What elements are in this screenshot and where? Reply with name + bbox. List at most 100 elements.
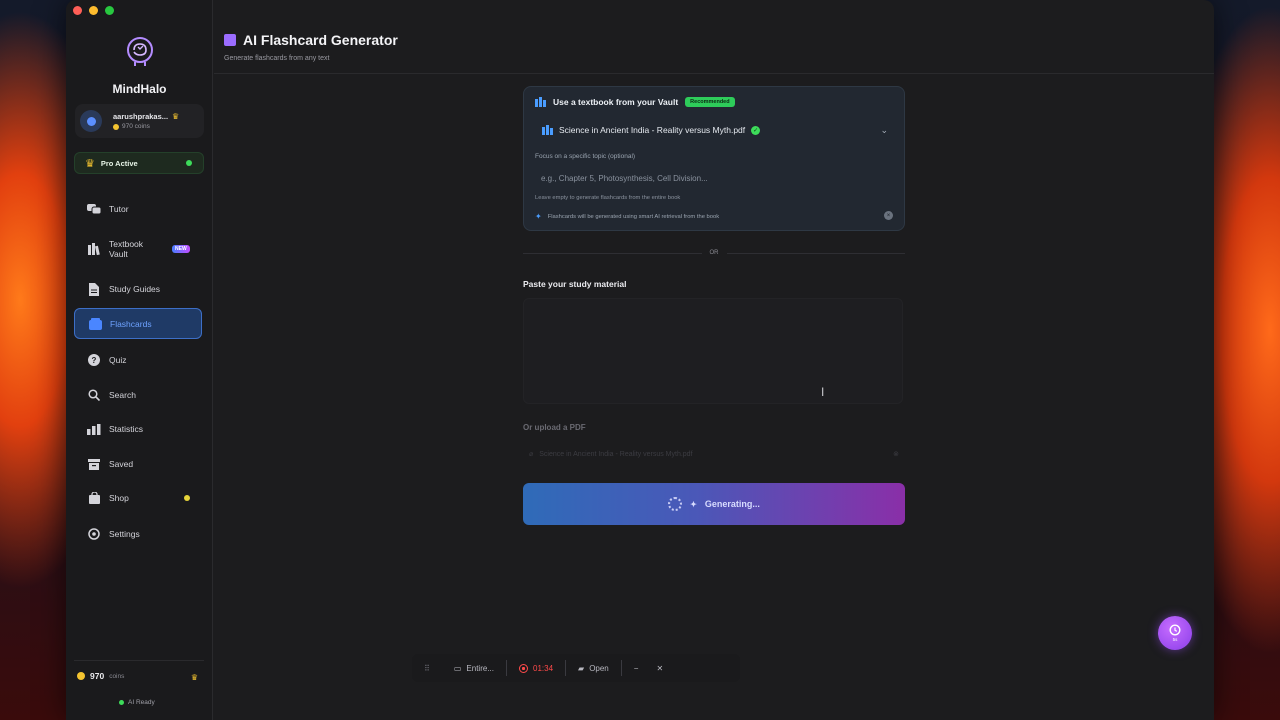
app-name: MindHalo	[112, 82, 167, 96]
books-icon	[542, 125, 553, 135]
timer-icon	[1169, 624, 1181, 636]
recommended-badge: Recommended	[685, 97, 735, 107]
sparkle-icon: ✦	[535, 212, 542, 221]
brain-logo-icon	[126, 37, 153, 66]
close-icon[interactable]: ×	[884, 211, 893, 220]
bag-icon	[87, 491, 101, 505]
paste-label: Paste your study material	[523, 279, 627, 289]
open-label: Open	[589, 663, 609, 673]
open-folder-button[interactable]: ▰ Open	[566, 660, 621, 676]
user-card[interactable]: aarushprakas... ♛ 970 coins	[75, 104, 204, 138]
sidebar-item-label: Saved	[109, 459, 134, 469]
coins-value: 970	[90, 671, 105, 681]
page-title: AI Flashcard Generator	[243, 32, 398, 48]
monitor-icon: ▭	[453, 663, 462, 673]
book-select[interactable]: Science in Ancient India - Reality versu…	[542, 125, 888, 135]
ai-status: AI Ready	[119, 699, 155, 706]
sidebar-item-statistics[interactable]: Statistics	[74, 419, 202, 439]
sidebar-item-label: Shop	[109, 493, 129, 503]
sidebar-item-label: Textbook Vault	[109, 239, 144, 259]
drag-handle[interactable]: ⠿	[412, 660, 442, 676]
sidebar-item-label: Statistics	[109, 424, 144, 434]
sidebar-item-study-guides[interactable]: Study Guides	[74, 279, 202, 299]
focus-label: Focus on a specific topic (optional)	[535, 153, 636, 160]
fab-label: 5s	[1172, 637, 1178, 642]
uploaded-file[interactable]: ⌀ Science in Ancient India - Reality ver…	[529, 450, 899, 459]
retrieval-note: Flashcards will be generated using smart…	[547, 213, 720, 220]
close-window-button[interactable]	[73, 6, 82, 15]
close-recorder-button[interactable]: ✕	[650, 660, 675, 676]
sidebar-item-label: Study Guides	[109, 284, 161, 294]
sidebar-item-quiz[interactable]: ? Quiz	[74, 350, 202, 370]
maximize-window-button[interactable]	[105, 6, 114, 15]
text-cursor-icon: I	[821, 385, 825, 399]
sidebar-item-textbook-vault[interactable]: Textbook Vault NEW	[74, 236, 202, 262]
window-controls	[73, 6, 114, 15]
remove-file-icon[interactable]: ⊗	[893, 450, 899, 458]
timer-fab-button[interactable]: 5s	[1158, 616, 1192, 650]
sidebar-item-flashcards[interactable]: Flashcards	[74, 308, 202, 339]
generate-label: Generating...	[704, 499, 760, 509]
folder-icon: ▰	[578, 663, 585, 673]
new-badge: NEW	[172, 245, 190, 253]
crown-icon: ♛	[172, 112, 180, 121]
sidebar-item-label: Settings	[109, 529, 140, 539]
pro-label: Pro Active	[100, 158, 138, 168]
document-icon	[87, 282, 101, 296]
sidebar-item-label: Flashcards	[110, 318, 152, 329]
minimize-recorder-button[interactable]: −	[622, 660, 651, 676]
sidebar: MindHalo aarushprakas... ♛ 970 coins ♛ P…	[66, 0, 213, 720]
user-coins: 970 coins	[122, 123, 150, 130]
app-window: MindHalo aarushprakas... ♛ 970 coins ♛ P…	[66, 0, 1214, 720]
stop-recording-button[interactable]: 01:34	[507, 660, 565, 676]
sidebar-item-search[interactable]: Search	[74, 385, 202, 405]
recording-source: Entire...	[466, 663, 494, 673]
vault-title: Use a textbook from your Vault	[553, 97, 679, 107]
bar-chart-icon	[87, 422, 101, 436]
sidebar-item-shop[interactable]: Shop	[74, 488, 202, 508]
sidebar-item-saved[interactable]: Saved	[74, 454, 202, 474]
sparkle-icon: ✦	[690, 499, 697, 509]
gear-icon	[87, 527, 101, 541]
selected-book: Science in Ancient India - Reality versu…	[559, 125, 746, 135]
user-name: aarushprakas...	[113, 112, 169, 121]
upload-label: Or upload a PDF	[523, 423, 586, 432]
chevron-down-icon: ⌄	[880, 125, 888, 135]
stop-icon	[519, 663, 528, 673]
archive-icon	[87, 457, 101, 471]
ai-status-label: AI Ready	[128, 699, 155, 706]
focus-topic-input[interactable]	[535, 169, 893, 187]
study-material-textarea[interactable]	[523, 298, 903, 404]
generate-button[interactable]: ✦ Generating...	[523, 483, 905, 525]
books-icon	[535, 97, 546, 107]
coin-icon	[113, 123, 119, 130]
sidebar-item-label: Search	[109, 390, 136, 400]
chat-icon	[87, 202, 101, 216]
check-icon: ✓	[751, 125, 761, 135]
crown-icon: ♛	[190, 673, 198, 682]
or-label: OR	[709, 250, 719, 256]
coins-unit: coins	[109, 672, 125, 680]
vault-card: Use a textbook from your Vault Recommend…	[523, 86, 905, 231]
sidebar-item-label: Tutor	[109, 204, 129, 214]
question-icon: ?	[87, 353, 101, 367]
loading-spinner-icon	[668, 497, 683, 511]
status-dot	[186, 160, 192, 166]
sidebar-item-tutor[interactable]: Tutor	[74, 199, 202, 219]
brand: MindHalo	[66, 36, 213, 96]
minimize-window-button[interactable]	[89, 6, 98, 15]
status-dot	[119, 700, 124, 705]
avatar	[80, 110, 102, 132]
coin-icon	[77, 672, 85, 680]
flashcards-icon	[224, 34, 236, 46]
screen-recorder-toolbar: ⠿ ▭ Entire... 01:34 ▰ Open − ✕	[412, 654, 740, 682]
close-icon: ✕	[656, 663, 664, 673]
pro-status[interactable]: ♛ Pro Active	[74, 152, 204, 174]
or-divider: OR	[523, 250, 905, 256]
recording-source-button[interactable]: ▭ Entire...	[442, 660, 506, 676]
grip-icon: ⠿	[424, 663, 430, 673]
sidebar-footer: 970 coins ♛ AI Ready	[74, 660, 204, 706]
sidebar-item-settings[interactable]: Settings	[74, 524, 202, 544]
recording-time: 01:34	[533, 663, 554, 673]
search-icon	[87, 388, 101, 402]
